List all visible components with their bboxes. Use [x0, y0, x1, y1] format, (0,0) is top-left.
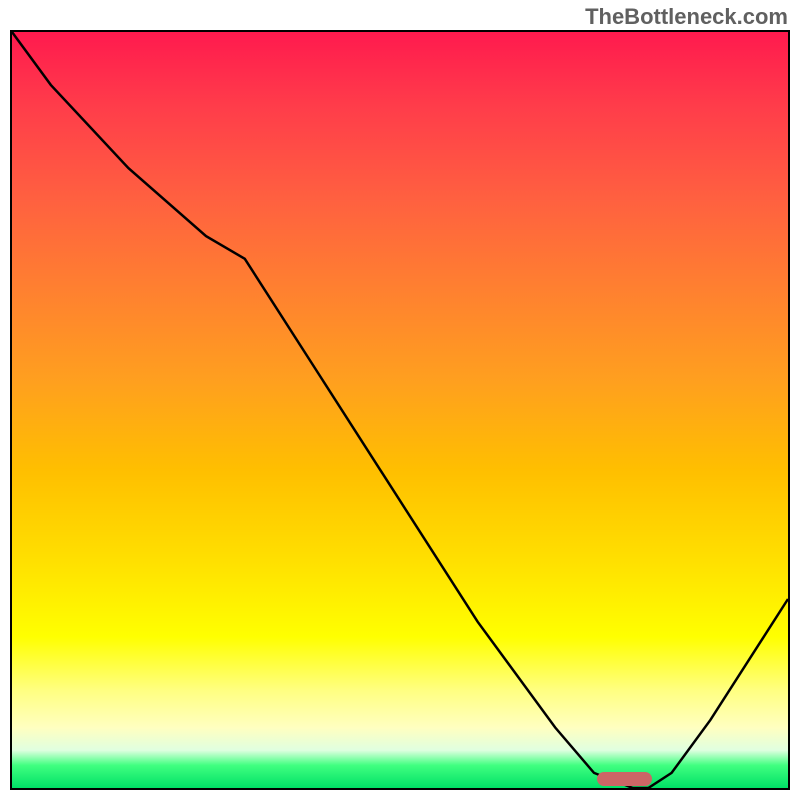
- bottleneck-curve: [12, 32, 788, 788]
- chart-svg: [12, 32, 788, 788]
- chart-plot-area: [10, 30, 790, 790]
- watermark-text: TheBottleneck.com: [585, 4, 788, 30]
- optimal-range-marker: [597, 772, 652, 786]
